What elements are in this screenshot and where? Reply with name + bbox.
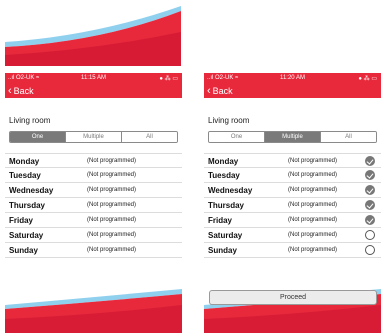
day-status: (Not programmed): [288, 172, 338, 178]
back-label: Back: [13, 86, 34, 96]
empty-circle-icon[interactable]: [365, 245, 375, 255]
segment-all[interactable]: All: [122, 132, 177, 142]
day-row-sunday[interactable]: Sunday (Not programmed): [5, 243, 182, 258]
day-status: (Not programmed): [288, 202, 338, 208]
day-row-sunday[interactable]: Sunday (Not programmed): [204, 243, 381, 258]
check-circle-icon[interactable]: [365, 170, 375, 180]
page-title: Living room: [9, 116, 51, 125]
empty-circle-icon[interactable]: [365, 230, 375, 240]
day-status: (Not programmed): [87, 217, 137, 223]
check-circle-icon[interactable]: [365, 200, 375, 210]
segment-one[interactable]: One: [209, 132, 265, 142]
day-name: Thursday: [208, 201, 245, 210]
day-name: Thursday: [9, 201, 46, 210]
proceed-button[interactable]: Proceed: [209, 290, 377, 305]
status-time: 11:15 AM: [81, 75, 106, 81]
day-row-thursday[interactable]: Thursday (Not programmed): [5, 198, 182, 213]
day-status: (Not programmed): [288, 247, 338, 253]
segment-all[interactable]: All: [321, 132, 376, 142]
back-button[interactable]: ‹ Back: [207, 85, 233, 97]
day-status: (Not programmed): [288, 217, 338, 223]
day-name: Monday: [9, 157, 40, 166]
check-circle-icon[interactable]: [365, 185, 375, 195]
day-row-saturday[interactable]: Saturday (Not programmed): [204, 228, 381, 243]
day-name: Friday: [9, 216, 34, 225]
status-icons: ● ⁂ ▭: [358, 76, 377, 82]
banner-wave-graphic: [5, 0, 181, 66]
day-row-tuesday[interactable]: Tuesday (Not programmed): [5, 168, 182, 183]
day-row-friday[interactable]: Friday (Not programmed): [204, 213, 381, 228]
day-status: (Not programmed): [288, 158, 338, 164]
day-row-wednesday[interactable]: Wednesday (Not programmed): [5, 183, 182, 198]
day-status: (Not programmed): [87, 158, 137, 164]
day-status: (Not programmed): [288, 232, 338, 238]
chevron-left-icon: ‹: [8, 85, 12, 97]
day-status: (Not programmed): [87, 247, 137, 253]
left-phone-screen: ..ıl O2-UK ≈ 11:15 AM ● ⁂ ▭ ‹ Back Living…: [5, 73, 182, 333]
day-name: Friday: [208, 216, 233, 225]
footer-wave-graphic: [5, 289, 182, 333]
selection-mode-segmented-control: One Multiple All: [208, 131, 377, 143]
day-row-monday[interactable]: Monday (Not programmed): [5, 153, 182, 168]
day-name: Sunday: [208, 246, 237, 255]
day-row-wednesday[interactable]: Wednesday (Not programmed): [204, 183, 381, 198]
day-status: (Not programmed): [87, 187, 137, 193]
page-title: Living room: [208, 116, 250, 125]
status-bar: ..ıl O2-UK ≈ 11:15 AM ● ⁂ ▭: [5, 73, 182, 85]
status-icons: ● ⁂ ▭: [159, 76, 178, 82]
day-row-monday[interactable]: Monday (Not programmed): [204, 153, 381, 168]
top-banner: [5, 0, 181, 66]
status-time: 11:20 AM: [280, 75, 305, 81]
day-list: Monday (Not programmed) Tuesday (Not pro…: [204, 153, 381, 258]
nav-bar: ‹ Back: [5, 85, 182, 98]
day-status: (Not programmed): [87, 172, 137, 178]
right-phone-screen: ..ıl O2-UK ≈ 11:20 AM ● ⁂ ▭ ‹ Back Living…: [204, 73, 381, 333]
back-label: Back: [212, 86, 233, 96]
day-row-saturday[interactable]: Saturday (Not programmed): [5, 228, 182, 243]
day-name: Monday: [208, 157, 239, 166]
day-status: (Not programmed): [87, 232, 137, 238]
day-name: Tuesday: [208, 171, 240, 180]
day-status: (Not programmed): [87, 202, 137, 208]
nav-bar: ‹ Back: [204, 85, 381, 98]
back-button[interactable]: ‹ Back: [8, 85, 34, 97]
day-name: Wednesday: [9, 186, 54, 195]
day-name: Sunday: [9, 246, 38, 255]
day-row-thursday[interactable]: Thursday (Not programmed): [204, 198, 381, 213]
segment-multiple[interactable]: Multiple: [265, 132, 321, 142]
day-name: Wednesday: [208, 186, 253, 195]
day-row-tuesday[interactable]: Tuesday (Not programmed): [204, 168, 381, 183]
day-row-friday[interactable]: Friday (Not programmed): [5, 213, 182, 228]
segment-multiple[interactable]: Multiple: [66, 132, 122, 142]
segment-one[interactable]: One: [10, 132, 66, 142]
day-list: Monday (Not programmed) Tuesday (Not pro…: [5, 153, 182, 258]
day-name: Saturday: [9, 231, 44, 240]
check-circle-icon[interactable]: [365, 156, 375, 166]
status-bar: ..ıl O2-UK ≈ 11:20 AM ● ⁂ ▭: [204, 73, 381, 85]
day-name: Tuesday: [9, 171, 41, 180]
check-circle-icon[interactable]: [365, 215, 375, 225]
selection-mode-segmented-control: One Multiple All: [9, 131, 178, 143]
day-status: (Not programmed): [288, 187, 338, 193]
day-name: Saturday: [208, 231, 243, 240]
chevron-left-icon: ‹: [207, 85, 211, 97]
